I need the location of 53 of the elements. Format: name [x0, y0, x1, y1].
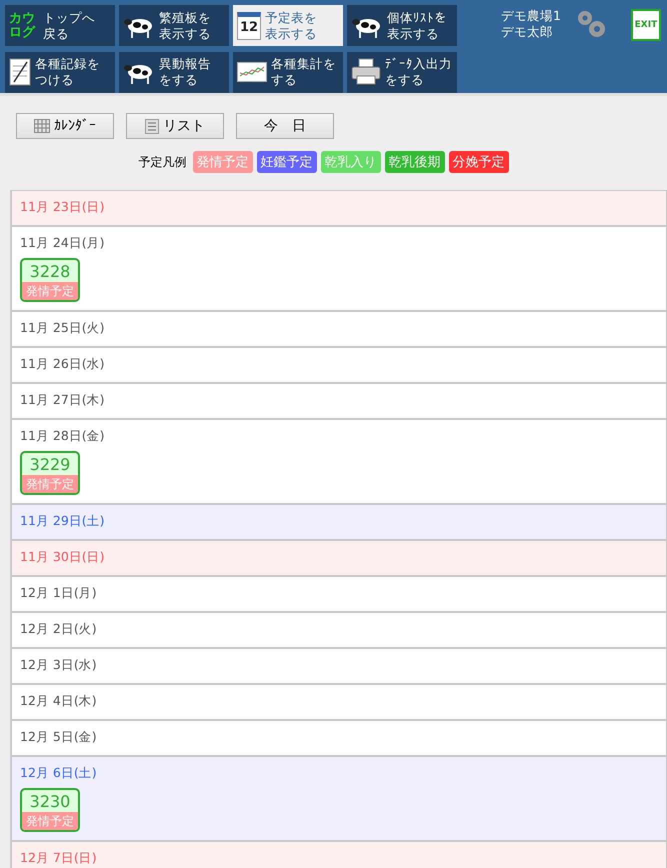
nav-button[interactable]: 異動報告 をする: [119, 52, 229, 92]
day-date: 11月 23日(日): [20, 200, 105, 214]
legend-tag: 分娩予定: [448, 151, 508, 173]
nav-label: 異動報告 をする: [159, 56, 211, 88]
nav-label: トップへ 戻る: [43, 10, 95, 42]
day-date: 11月 25日(火): [20, 321, 105, 335]
legend-tag: 妊鑑予定: [256, 151, 316, 173]
day-date: 12月 3日(水): [20, 658, 97, 672]
calendar-icon: 12: [237, 12, 261, 40]
nav-button[interactable]: カウログ トップへ 戻る: [5, 5, 115, 46]
event-label: 発情予定: [22, 475, 78, 493]
cow-number: 3228: [28, 261, 72, 282]
day-date: 12月 2日(火): [20, 622, 97, 636]
day-date: 11月 30日(日): [20, 550, 105, 564]
day-date: 11月 29日(土): [20, 514, 105, 528]
day-date: 12月 1日(月): [20, 586, 97, 600]
day-date: 12月 5日(金): [20, 730, 97, 744]
day-date: 11月 27日(木): [20, 393, 105, 407]
nav-label: 繁殖板を 表示する: [159, 10, 211, 42]
nav-button[interactable]: 繁殖板を 表示する: [119, 5, 229, 46]
cow-number: 3230: [28, 791, 72, 812]
day-date: 12月 4日(木): [20, 694, 97, 708]
nav-label: 各種集計を する: [271, 56, 336, 88]
user-info: デモ農場1 デモ太郎: [501, 8, 561, 41]
day-date: 11月 24日(月): [20, 236, 105, 250]
view-button[interactable]: ｶﾚﾝﾀﾞｰ: [16, 113, 114, 139]
view-button[interactable]: 今 日: [236, 113, 334, 139]
day-date: 11月 26日(水): [20, 357, 105, 371]
event-label: 発情予定: [22, 812, 78, 830]
nav-label: 個体ﾘｽﾄを 表示する: [387, 10, 447, 42]
nav-button[interactable]: ﾃﾞｰﾀ入出力 をする: [347, 52, 457, 92]
nav-label: 各種記録を つける: [35, 56, 100, 88]
day-date: 11月 28日(金): [20, 429, 105, 443]
legend-tag: 乾乳入り: [320, 151, 380, 173]
nav-button[interactable]: 各種記録を つける: [5, 52, 115, 92]
logo-icon: カウログ: [9, 12, 39, 40]
event-label: 発情予定: [22, 282, 78, 300]
list-icon: [145, 118, 159, 134]
legend-tag: 乾乳後期: [384, 151, 444, 173]
day-date: 12月 7日(日): [20, 851, 97, 865]
printer-icon: [351, 58, 381, 86]
day-date: 12月 6日(土): [20, 766, 97, 780]
cow-number: 3229: [28, 454, 72, 475]
legend-tag: 発情予定: [192, 151, 252, 173]
nav-label: 予定表を 表示する: [265, 10, 317, 42]
view-button[interactable]: リスト: [126, 113, 224, 139]
legend-title: 予定凡例: [138, 154, 186, 170]
nav-button[interactable]: 各種集計を する: [233, 52, 343, 92]
nav-label: ﾃﾞｰﾀ入出力 をする: [385, 56, 452, 88]
notepad-icon: [9, 58, 31, 86]
nav-button[interactable]: 個体ﾘｽﾄを 表示する: [347, 5, 457, 46]
chart-icon: [237, 62, 267, 82]
calendar-grid-icon: [34, 119, 50, 133]
